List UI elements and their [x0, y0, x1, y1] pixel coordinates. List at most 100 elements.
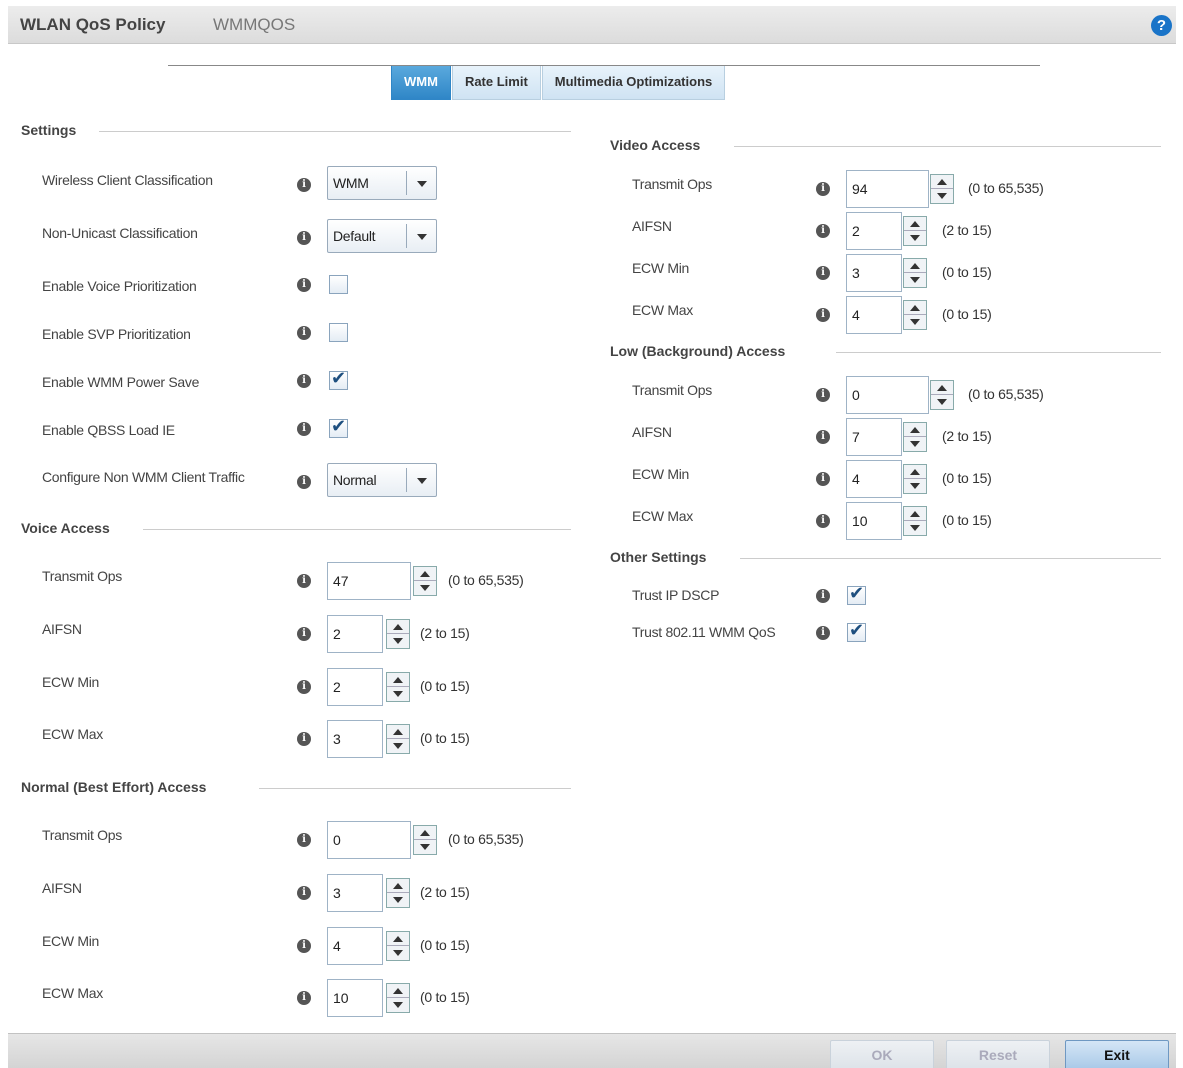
- arrow-up-icon[interactable]: [387, 673, 409, 687]
- normal-ecw-min-spinner[interactable]: 4: [327, 927, 411, 965]
- voice-ecw-min-spinner[interactable]: 2: [327, 668, 411, 706]
- info-icon[interactable]: i: [297, 326, 311, 340]
- low-ecw-min-spinner[interactable]: 4: [846, 460, 930, 498]
- arrow-up-icon[interactable]: [387, 725, 409, 739]
- ok-button[interactable]: OK: [830, 1040, 934, 1068]
- normal-transmit-ops-spinner[interactable]: 0: [327, 821, 439, 859]
- number-field[interactable]: 94: [846, 170, 929, 208]
- arrow-up-icon[interactable]: [414, 567, 436, 581]
- info-icon[interactable]: i: [297, 833, 311, 847]
- arrow-down-icon[interactable]: [387, 998, 409, 1012]
- spin-buttons[interactable]: [903, 464, 927, 494]
- help-icon[interactable]: ?: [1151, 15, 1172, 36]
- number-field[interactable]: 2: [846, 212, 902, 250]
- wireless-client-classification-select[interactable]: WMM: [327, 166, 437, 200]
- spin-buttons[interactable]: [386, 619, 410, 649]
- spin-buttons[interactable]: [903, 422, 927, 452]
- arrow-up-icon[interactable]: [387, 932, 409, 946]
- low-aifsn-spinner[interactable]: 7: [846, 418, 930, 456]
- arrow-up-icon[interactable]: [904, 507, 926, 521]
- exit-button[interactable]: Exit: [1065, 1040, 1169, 1068]
- arrow-down-icon[interactable]: [387, 893, 409, 907]
- info-icon[interactable]: i: [816, 388, 830, 402]
- arrow-down-icon[interactable]: [904, 315, 926, 329]
- arrow-down-icon[interactable]: [414, 840, 436, 854]
- non-wmm-client-traffic-select[interactable]: Normal: [327, 463, 437, 497]
- number-field[interactable]: 0: [846, 376, 929, 414]
- arrow-down-icon[interactable]: [904, 521, 926, 535]
- number-field[interactable]: 2: [327, 668, 383, 706]
- voice-transmit-ops-spinner[interactable]: 47: [327, 562, 439, 600]
- spin-buttons[interactable]: [930, 380, 954, 410]
- info-icon[interactable]: i: [816, 430, 830, 444]
- spin-buttons[interactable]: [386, 983, 410, 1013]
- number-field[interactable]: 2: [327, 615, 383, 653]
- number-field[interactable]: 3: [846, 254, 902, 292]
- arrow-up-icon[interactable]: [904, 301, 926, 315]
- trust-ip-dscp-checkbox[interactable]: [847, 583, 866, 605]
- arrow-down-icon[interactable]: [904, 479, 926, 493]
- info-icon[interactable]: i: [297, 991, 311, 1005]
- number-field[interactable]: 4: [846, 296, 902, 334]
- info-icon[interactable]: i: [816, 182, 830, 196]
- arrow-down-icon[interactable]: [904, 273, 926, 287]
- arrow-down-icon[interactable]: [931, 189, 953, 203]
- tab-multimedia-optimizations[interactable]: Multimedia Optimizations: [541, 66, 726, 100]
- low-transmit-ops-spinner[interactable]: 0: [846, 376, 956, 414]
- arrow-down-icon[interactable]: [387, 739, 409, 753]
- reset-button[interactable]: Reset: [946, 1040, 1050, 1068]
- number-field[interactable]: 10: [327, 979, 383, 1017]
- info-icon[interactable]: i: [816, 224, 830, 238]
- non-unicast-classification-select[interactable]: Default: [327, 219, 437, 253]
- info-icon[interactable]: i: [297, 886, 311, 900]
- info-icon[interactable]: i: [297, 374, 311, 388]
- enable-wmm-power-save-checkbox[interactable]: [329, 368, 348, 390]
- spin-buttons[interactable]: [903, 258, 927, 288]
- voice-aifsn-spinner[interactable]: 2: [327, 615, 411, 653]
- arrow-up-icon[interactable]: [387, 620, 409, 634]
- arrow-up-icon[interactable]: [904, 217, 926, 231]
- info-icon[interactable]: i: [297, 732, 311, 746]
- tab-rate-limit[interactable]: Rate Limit: [451, 66, 541, 100]
- info-icon[interactable]: i: [816, 589, 830, 603]
- number-field[interactable]: 4: [327, 927, 383, 965]
- arrow-up-icon[interactable]: [904, 465, 926, 479]
- spin-buttons[interactable]: [386, 724, 410, 754]
- info-icon[interactable]: i: [297, 939, 311, 953]
- info-icon[interactable]: i: [816, 514, 830, 528]
- number-field[interactable]: 3: [327, 874, 383, 912]
- enable-svp-prioritization-checkbox[interactable]: [329, 323, 348, 342]
- spin-buttons[interactable]: [930, 174, 954, 204]
- info-icon[interactable]: i: [297, 422, 311, 436]
- video-ecw-min-spinner[interactable]: 3: [846, 254, 930, 292]
- spin-buttons[interactable]: [903, 300, 927, 330]
- info-icon[interactable]: i: [297, 475, 311, 489]
- info-icon[interactable]: i: [816, 626, 830, 640]
- info-icon[interactable]: i: [297, 278, 311, 292]
- arrow-down-icon[interactable]: [904, 231, 926, 245]
- trust-wmm-qos-checkbox[interactable]: [847, 620, 866, 642]
- info-icon[interactable]: i: [816, 472, 830, 486]
- video-aifsn-spinner[interactable]: 2: [846, 212, 930, 250]
- info-icon[interactable]: i: [297, 680, 311, 694]
- number-field[interactable]: 3: [327, 720, 383, 758]
- normal-aifsn-spinner[interactable]: 3: [327, 874, 411, 912]
- video-ecw-max-spinner[interactable]: 4: [846, 296, 930, 334]
- arrow-up-icon[interactable]: [931, 175, 953, 189]
- spin-buttons[interactable]: [903, 506, 927, 536]
- number-field[interactable]: 47: [327, 562, 411, 600]
- spin-buttons[interactable]: [386, 931, 410, 961]
- arrow-up-icon[interactable]: [387, 984, 409, 998]
- enable-qbss-load-ie-checkbox[interactable]: [329, 416, 348, 438]
- arrow-down-icon[interactable]: [387, 946, 409, 960]
- number-field[interactable]: 10: [846, 502, 902, 540]
- voice-ecw-max-spinner[interactable]: 3: [327, 720, 411, 758]
- info-icon[interactable]: i: [297, 231, 311, 245]
- tab-wmm[interactable]: WMM: [391, 66, 451, 100]
- arrow-down-icon[interactable]: [414, 581, 436, 595]
- number-field[interactable]: 4: [846, 460, 902, 498]
- arrow-up-icon[interactable]: [414, 826, 436, 840]
- number-field[interactable]: 7: [846, 418, 902, 456]
- video-transmit-ops-spinner[interactable]: 94: [846, 170, 956, 208]
- number-field[interactable]: 0: [327, 821, 411, 859]
